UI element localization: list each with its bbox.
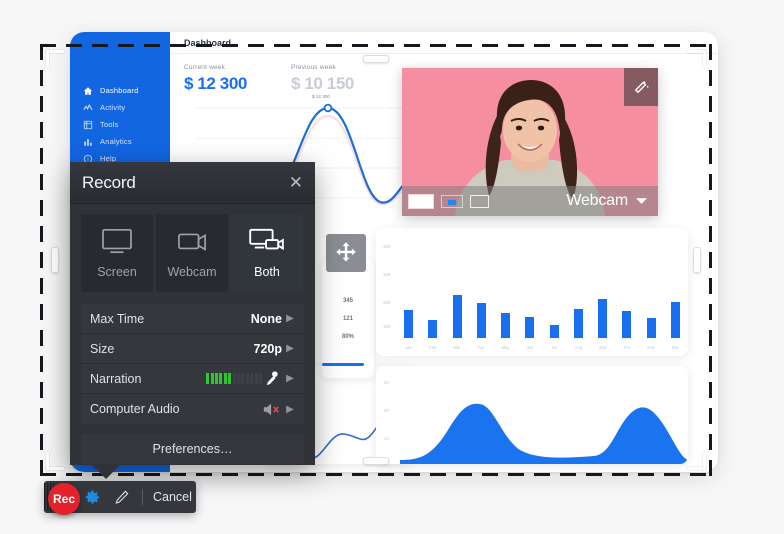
mode-label: Webcam: [167, 265, 217, 279]
preferences-button[interactable]: Preferences…: [81, 434, 304, 464]
mode-label: Screen: [97, 265, 137, 279]
mode-webcam-button[interactable]: Webcam: [156, 214, 228, 292]
option-narration[interactable]: Narration ▶: [81, 364, 304, 394]
close-icon[interactable]: ✕: [289, 174, 303, 191]
selection-handle-right-middle[interactable]: [693, 247, 701, 273]
cancel-button[interactable]: Cancel: [153, 490, 192, 504]
selection-handle-top-left[interactable]: [46, 50, 66, 70]
selection-handle-bottom-left[interactable]: [46, 450, 66, 470]
option-label: Size: [90, 341, 115, 356]
mode-screen-button[interactable]: Screen: [81, 214, 153, 292]
selection-edge-bottom: [40, 473, 712, 476]
selection-handle-left-middle[interactable]: [51, 247, 59, 273]
option-label: Computer Audio: [90, 402, 180, 416]
preferences-label: Preferences…: [152, 442, 233, 456]
record-button[interactable]: Rec: [48, 483, 80, 515]
narration-level-meter: [206, 373, 262, 384]
record-panel-pointer: [92, 465, 120, 479]
record-button-label: Rec: [52, 492, 75, 506]
mode-both-button[interactable]: Both: [231, 214, 303, 292]
option-label: Narration: [90, 371, 142, 386]
record-panel-title: Record: [82, 172, 136, 192]
monitor-icon: [102, 228, 132, 254]
chevron-right-icon: ▶: [286, 343, 294, 354]
selection-edge-top: [40, 44, 712, 47]
option-max-time[interactable]: Max Time None ▶: [81, 304, 304, 334]
selection-handle-bottom-center[interactable]: [363, 457, 389, 465]
chevron-right-icon: ▶: [286, 403, 294, 415]
option-computer-audio[interactable]: Computer Audio ▶: [81, 394, 304, 424]
record-mode-selector: Screen Webcam Both: [70, 204, 315, 292]
toolbar-divider: [142, 489, 143, 505]
record-panel: Record ✕ Screen Webcam Both Max Time Non…: [70, 162, 315, 479]
camera-icon: [178, 233, 206, 251]
selection-handle-top-right[interactable]: [686, 50, 706, 70]
record-options-list: Max Time None ▶ Size 720p ▶ Narration ▶: [81, 304, 304, 424]
screen-recorder-screenshot: Dashboard Activity Tools Analytics Help …: [0, 0, 784, 534]
selection-handle-top-center[interactable]: [363, 55, 389, 63]
selection-edge-left: [40, 44, 43, 476]
gear-icon: [85, 489, 99, 504]
selection-edge-right: [709, 44, 712, 476]
settings-gear-button[interactable]: [82, 489, 102, 506]
option-value: 720p: [253, 341, 283, 356]
mode-label: Both: [254, 265, 280, 279]
chevron-right-icon: ▶: [286, 313, 294, 324]
microphone-icon: [262, 371, 282, 386]
monitor-camera-icon: [249, 228, 284, 251]
record-panel-header: Record ✕: [70, 162, 315, 204]
option-size[interactable]: Size 720p ▶: [81, 334, 304, 364]
selection-handle-bottom-right[interactable]: [686, 450, 706, 470]
option-label: Max Time: [90, 311, 145, 326]
pencil-icon: [115, 490, 129, 504]
option-value: None: [250, 311, 282, 326]
draw-tool-button[interactable]: [112, 489, 132, 505]
speaker-muted-icon: [262, 402, 282, 417]
chevron-right-icon: ▶: [286, 373, 294, 384]
